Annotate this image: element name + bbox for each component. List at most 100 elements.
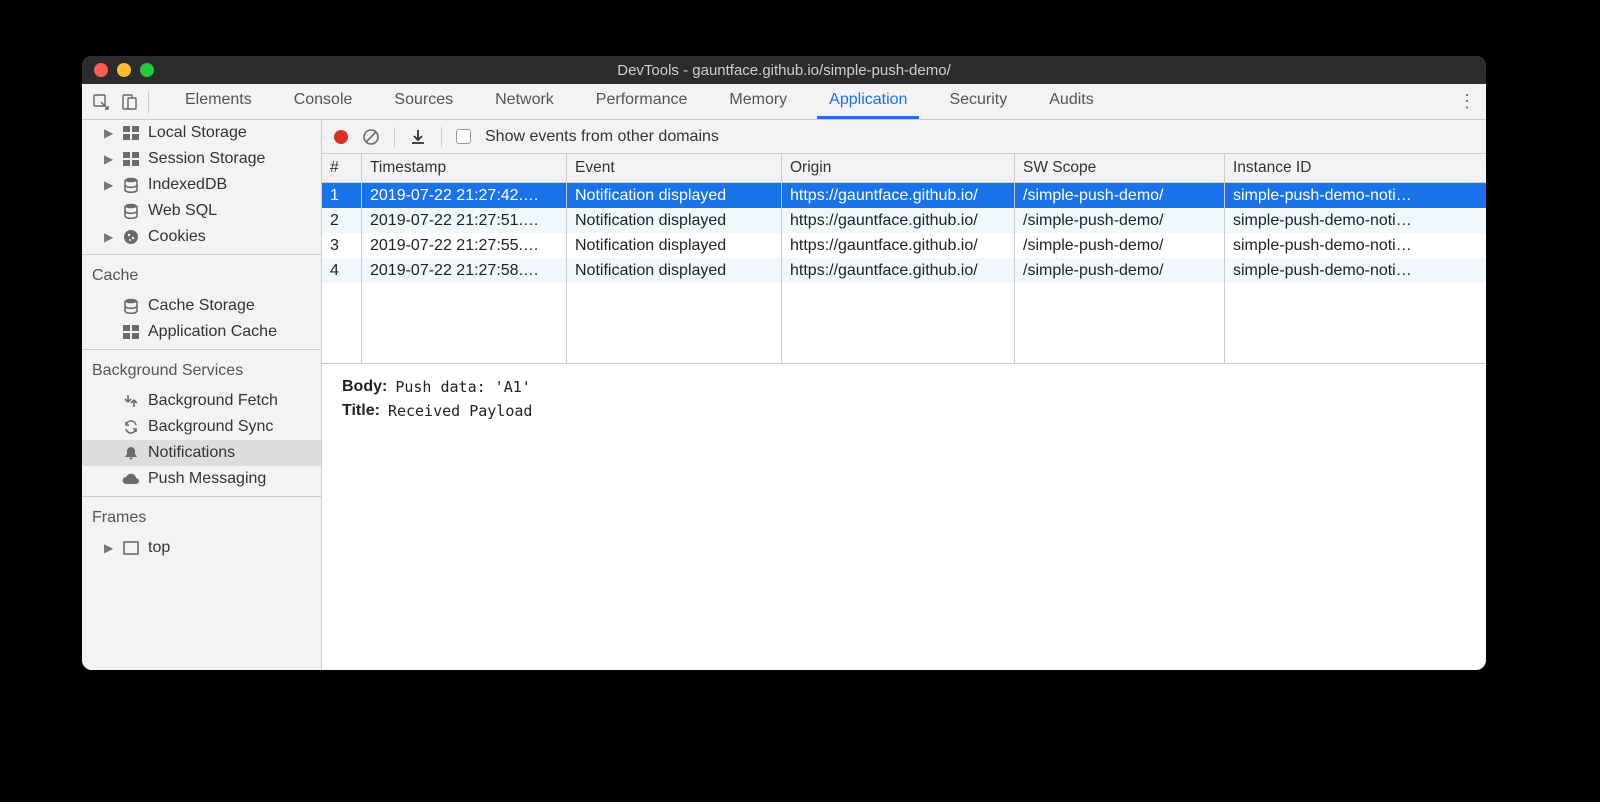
clear-icon[interactable] bbox=[362, 128, 380, 146]
cookie-icon bbox=[122, 229, 140, 245]
col-instance-id[interactable]: Instance ID bbox=[1225, 154, 1486, 182]
cell-scope: /simple-push-demo/ bbox=[1015, 233, 1225, 258]
cell-scope: /simple-push-demo/ bbox=[1015, 183, 1225, 208]
cell-iid: simple-push-demo-noti… bbox=[1225, 183, 1486, 208]
expand-icon[interactable] bbox=[104, 394, 114, 408]
tab-security[interactable]: Security bbox=[937, 84, 1019, 119]
sidebar-item-background-fetch[interactable]: Background Fetch bbox=[82, 388, 321, 414]
tab-console[interactable]: Console bbox=[282, 84, 365, 119]
tab-application[interactable]: Application bbox=[817, 84, 919, 119]
cell-origin: https://gauntface.github.io/ bbox=[782, 183, 1015, 208]
db-icon bbox=[122, 298, 140, 314]
grid-icon bbox=[122, 324, 140, 340]
detail-body-label: Body: bbox=[342, 378, 387, 396]
toolbar: Show events from other domains bbox=[322, 120, 1486, 154]
tab-sources[interactable]: Sources bbox=[382, 84, 465, 119]
sidebar-item-label: Notifications bbox=[148, 444, 235, 462]
cell-ts: 2019-07-22 21:27:55.… bbox=[362, 233, 567, 258]
sidebar-group-bg: Background Services bbox=[82, 354, 321, 388]
col--[interactable]: # bbox=[322, 154, 362, 182]
sidebar-item-label: top bbox=[148, 539, 170, 557]
cell-origin: https://gauntface.github.io/ bbox=[782, 233, 1015, 258]
sidebar-item-cache-storage[interactable]: Cache Storage bbox=[82, 293, 321, 319]
cloud-icon bbox=[122, 471, 140, 487]
cell-scope: /simple-push-demo/ bbox=[1015, 258, 1225, 283]
frame-icon bbox=[122, 540, 140, 556]
col-sw-scope[interactable]: SW Scope bbox=[1015, 154, 1225, 182]
sidebar-item-cookies[interactable]: ▶Cookies bbox=[82, 224, 321, 250]
sidebar-item-background-sync[interactable]: Background Sync bbox=[82, 414, 321, 440]
record-button[interactable] bbox=[334, 130, 348, 144]
cell-scope: /simple-push-demo/ bbox=[1015, 208, 1225, 233]
expand-icon[interactable] bbox=[104, 446, 114, 460]
expand-icon[interactable] bbox=[104, 472, 114, 486]
sidebar-item-label: Web SQL bbox=[148, 202, 217, 220]
col-event[interactable]: Event bbox=[567, 154, 782, 182]
expand-icon[interactable]: ▶ bbox=[104, 152, 114, 166]
window-title: DevTools - gauntface.github.io/simple-pu… bbox=[82, 62, 1486, 79]
sidebar-item-label: Background Sync bbox=[148, 418, 273, 436]
sidebar-item-notifications[interactable]: Notifications bbox=[82, 440, 321, 466]
devtools-window: DevTools - gauntface.github.io/simple-pu… bbox=[82, 56, 1486, 670]
sidebar-item-label: Session Storage bbox=[148, 150, 265, 168]
cell-ts: 2019-07-22 21:27:42.… bbox=[362, 183, 567, 208]
cell-num: 4 bbox=[322, 258, 362, 283]
cell-num: 2 bbox=[322, 208, 362, 233]
sidebar-item-session-storage[interactable]: ▶ Session Storage bbox=[82, 146, 321, 172]
expand-icon[interactable]: ▶ bbox=[104, 126, 114, 140]
cell-ts: 2019-07-22 21:27:51.… bbox=[362, 208, 567, 233]
sidebar-item-indexeddb[interactable]: ▶ IndexedDB bbox=[82, 172, 321, 198]
events-table: #TimestampEventOriginSW ScopeInstance ID… bbox=[322, 154, 1486, 363]
expand-icon[interactable]: ▶ bbox=[104, 178, 114, 192]
cell-event: Notification displayed bbox=[567, 183, 782, 208]
cell-iid: simple-push-demo-noti… bbox=[1225, 208, 1486, 233]
sidebar-item-application-cache[interactable]: Application Cache bbox=[82, 319, 321, 345]
col-timestamp[interactable]: Timestamp bbox=[362, 154, 567, 182]
detail-pane: Body: Push data: 'A1' Title: Received Pa… bbox=[322, 364, 1486, 440]
sidebar-group-cache: Cache bbox=[82, 259, 321, 293]
cell-event: Notification displayed bbox=[567, 258, 782, 283]
expand-icon[interactable] bbox=[104, 299, 114, 313]
tab-performance[interactable]: Performance bbox=[584, 84, 700, 119]
tab-audits[interactable]: Audits bbox=[1037, 84, 1105, 119]
table-row[interactable]: 22019-07-22 21:27:51.…Notification displ… bbox=[322, 208, 1486, 233]
expand-icon[interactable] bbox=[104, 325, 114, 339]
table-row[interactable]: 32019-07-22 21:27:55.…Notification displ… bbox=[322, 233, 1486, 258]
sidebar-group-frames: Frames bbox=[82, 501, 321, 535]
inspect-icon[interactable] bbox=[92, 93, 110, 111]
tab-network[interactable]: Network bbox=[483, 84, 566, 119]
cell-ts: 2019-07-22 21:27:58.… bbox=[362, 258, 567, 283]
detail-body-value: Push data: 'A1' bbox=[395, 378, 530, 396]
device-toggle-icon[interactable] bbox=[120, 93, 138, 111]
sidebar-item-label: Background Fetch bbox=[148, 392, 278, 410]
expand-icon[interactable]: ▶ bbox=[104, 541, 114, 555]
download-icon[interactable] bbox=[409, 128, 427, 146]
cell-iid: simple-push-demo-noti… bbox=[1225, 233, 1486, 258]
main-pane: Show events from other domains #Timestam… bbox=[322, 120, 1486, 670]
sidebar-item-web-sql[interactable]: Web SQL bbox=[82, 198, 321, 224]
db-icon bbox=[122, 177, 140, 193]
db-icon bbox=[122, 203, 140, 219]
show-events-label: Show events from other domains bbox=[485, 128, 719, 146]
sidebar-item-push-messaging[interactable]: Push Messaging bbox=[82, 466, 321, 492]
table-row[interactable]: 12019-07-22 21:27:42.…Notification displ… bbox=[322, 183, 1486, 208]
col-origin[interactable]: Origin bbox=[782, 154, 1015, 182]
grid-icon bbox=[122, 151, 140, 167]
detail-title-label: Title: bbox=[342, 402, 380, 420]
sidebar-item-local-storage[interactable]: ▶Local Storage bbox=[82, 120, 321, 146]
expand-icon[interactable] bbox=[104, 204, 114, 218]
tab-memory[interactable]: Memory bbox=[717, 84, 799, 119]
expand-icon[interactable]: ▶ bbox=[104, 230, 114, 244]
table-header: #TimestampEventOriginSW ScopeInstance ID bbox=[322, 154, 1486, 183]
bell-icon bbox=[122, 445, 140, 461]
sidebar-item-label: Application Cache bbox=[148, 323, 277, 341]
tab-elements[interactable]: Elements bbox=[173, 84, 264, 119]
sidebar-item-label: IndexedDB bbox=[148, 176, 227, 194]
expand-icon[interactable] bbox=[104, 420, 114, 434]
cell-origin: https://gauntface.github.io/ bbox=[782, 208, 1015, 233]
sidebar-item-top[interactable]: ▶ top bbox=[82, 535, 321, 561]
more-menu-icon[interactable]: ⋮ bbox=[1458, 91, 1476, 112]
show-events-checkbox[interactable] bbox=[456, 129, 471, 144]
table-row[interactable]: 42019-07-22 21:27:58.…Notification displ… bbox=[322, 258, 1486, 283]
cell-event: Notification displayed bbox=[567, 208, 782, 233]
